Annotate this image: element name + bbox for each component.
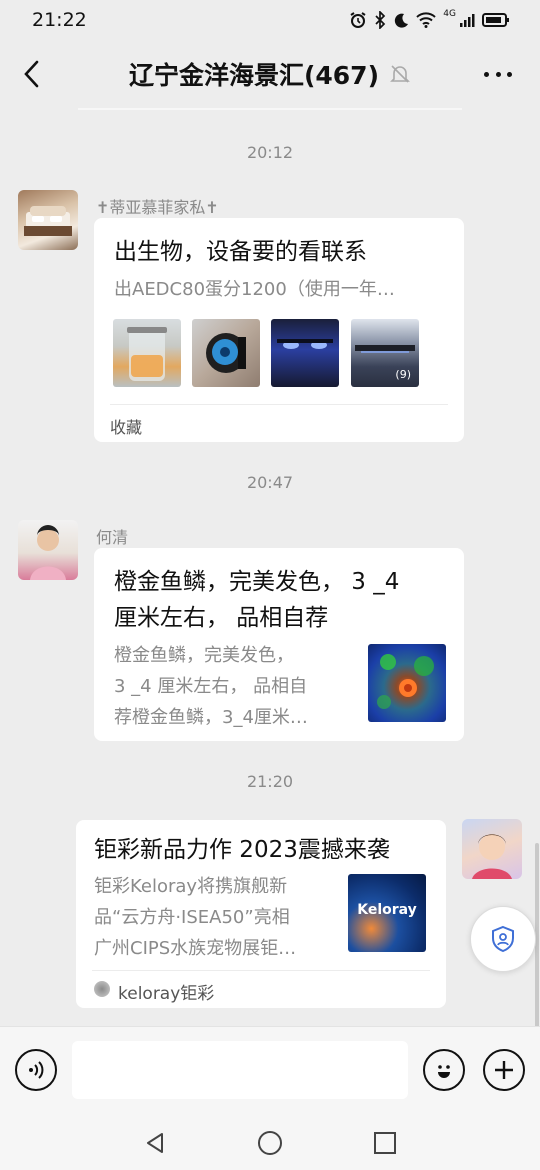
timestamp: 20:47 [246, 473, 294, 492]
thumbnail[interactable] [192, 319, 260, 387]
thumbnail[interactable] [113, 319, 181, 387]
card-description-line-1: 钜彩Keloray将携旗舰新 [94, 876, 288, 897]
title-wrap: 辽宁金洋海景汇(467) [129, 56, 411, 92]
card-description-line-2: 品“云方舟·ISEA50”亮相 [94, 907, 290, 928]
mute-bell-icon [390, 65, 410, 83]
image-count: (9) [395, 368, 411, 381]
favorite-card[interactable]: 出生物，设备要的看联系 出AEDC80蛋分1200（使用一年… (9) 收藏 [94, 218, 464, 442]
avatar[interactable] [18, 520, 78, 580]
status-bar: 21:22 4G [0, 0, 540, 40]
timestamp: 20:12 [246, 143, 294, 162]
more-dot [495, 71, 501, 77]
battery-icon [482, 13, 509, 27]
input-bar [0, 1026, 540, 1116]
more-dot [507, 71, 512, 77]
card-footer-label: 收藏 [110, 418, 143, 437]
system-nav-bar [0, 1116, 540, 1170]
sender-name: 何清 [96, 528, 129, 547]
thumbnail-image [277, 339, 333, 349]
status-time: 21:22 [32, 9, 87, 31]
child-photo [472, 834, 512, 879]
card-divider [92, 970, 430, 971]
voice-button[interactable] [15, 1049, 57, 1091]
card-description-line-3: 广州CIPS水族宠物展钜… [94, 938, 297, 959]
thumbnail[interactable] [271, 319, 339, 387]
network-label: 4G [443, 9, 456, 19]
chat-header: 辽宁金洋海景汇(467) [0, 40, 540, 108]
back-button[interactable] [14, 56, 50, 92]
message-input[interactable] [72, 1041, 408, 1099]
nav-recents-button[interactable] [370, 1128, 400, 1158]
timestamp: 21:20 [246, 772, 294, 791]
coral-image [377, 654, 434, 709]
plus-icon [495, 1061, 513, 1079]
source-name: keloray钜彩 [118, 984, 215, 1004]
link-card[interactable]: 钜彩新品力作 2023震撼来袭 钜彩Keloray将携旗舰新 品“云方舟·ISE… [76, 820, 446, 1008]
card-divider [110, 404, 448, 405]
sender-name: ✝蒂亚慕菲家私✝ [96, 198, 219, 217]
my-avatar[interactable] [462, 819, 522, 879]
circle-home-icon [258, 1131, 282, 1155]
more-functions-button[interactable] [483, 1049, 525, 1091]
shield-icon [492, 925, 514, 953]
signal-icon [460, 14, 475, 27]
bed-image [24, 206, 72, 236]
bluetooth-icon [375, 11, 386, 29]
person-photo [30, 525, 66, 580]
thumbnail-image [206, 333, 246, 373]
card-title: 钜彩新品力作 2023震撼来袭 [94, 837, 390, 863]
chat-title: 辽宁金洋海景汇(467) [128, 61, 380, 90]
link-thumbnail [368, 644, 446, 722]
link-card[interactable]: 橙金鱼鳞，完美发色， 3 _4 厘米左右， 品相自荐 橙金鱼鳞，完美发色， 3 … [94, 548, 464, 741]
link-thumbnail: Keloray [348, 874, 426, 952]
card-title-line-2: 厘米左右， 品相自荐 [114, 605, 329, 631]
square-recents-icon [374, 1132, 396, 1154]
emoji-button[interactable] [423, 1049, 465, 1091]
card-title-line-1: 橙金鱼鳞，完美发色， 3 _4 [114, 569, 400, 595]
more-options-button[interactable] [478, 62, 518, 86]
thumbnail-image [127, 327, 167, 381]
security-float-button[interactable] [470, 906, 536, 972]
source-logo-icon [94, 981, 110, 997]
card-description-line-3: 荐橙金鱼鳞，3_4厘米… [114, 707, 308, 728]
card-description-line-2: 3 _4 厘米左右， 品相自 [114, 676, 308, 697]
avatar[interactable] [18, 190, 78, 250]
status-icons: 4G [349, 9, 510, 29]
smiley-icon [438, 1065, 450, 1078]
card-title: 出生物，设备要的看联系 [114, 239, 367, 265]
voice-icon [29, 1061, 44, 1079]
nav-back-button[interactable] [140, 1128, 170, 1158]
alarm-icon [350, 12, 366, 28]
nav-home-button[interactable] [255, 1128, 285, 1158]
thumbnail[interactable]: (9) [351, 319, 419, 387]
header-divider [78, 108, 462, 110]
moon-icon [395, 13, 409, 28]
chevron-left-icon [24, 60, 39, 88]
more-dot [484, 71, 489, 77]
card-description-line-1: 橙金鱼鳞，完美发色， [114, 645, 294, 666]
triangle-back-icon [147, 1133, 163, 1153]
thumbnail-logo-text: Keloray [357, 902, 417, 918]
wifi-icon [416, 12, 436, 28]
card-description: 出AEDC80蛋分1200（使用一年… [114, 279, 395, 300]
